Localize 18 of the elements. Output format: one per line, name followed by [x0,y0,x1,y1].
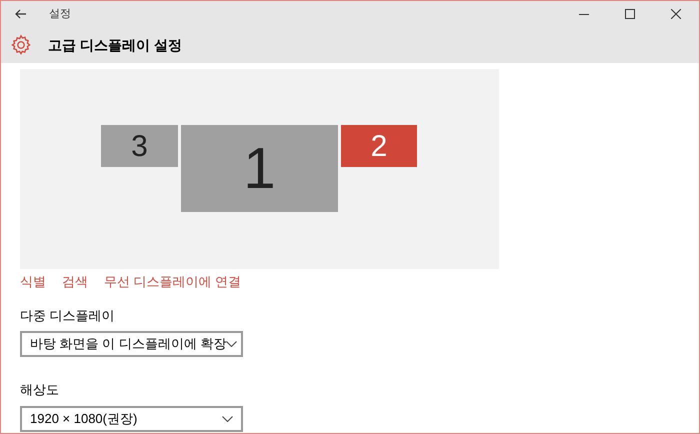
window-title: 설정 [49,6,71,22]
link[interactable]: 식별 [20,272,46,292]
gear-icon [10,34,32,56]
maximize-icon [625,9,635,19]
setting-label: 해상도 [20,381,60,399]
dropdown[interactable]: 1920 × 1080(권장) [20,406,243,432]
back-arrow-icon [15,9,27,19]
chevron-down-icon [226,341,238,347]
page-title: 고급 디스플레이 설정 [48,36,182,54]
monitor-tile[interactable]: 2 [341,125,417,167]
link[interactable]: 검색 [62,272,88,292]
monitor-tile[interactable]: 1 [181,125,338,212]
dropdown[interactable]: 바탕 화면을 이 디스플레이에 확장 [20,331,243,357]
chevron-down-icon [222,416,233,422]
setting-label: 다중 디스플레이 [20,306,116,324]
close-icon [671,9,681,19]
link[interactable]: 무선 디스플레이에 연결 [104,272,242,292]
monitor-tile[interactable]: 3 [101,125,178,167]
